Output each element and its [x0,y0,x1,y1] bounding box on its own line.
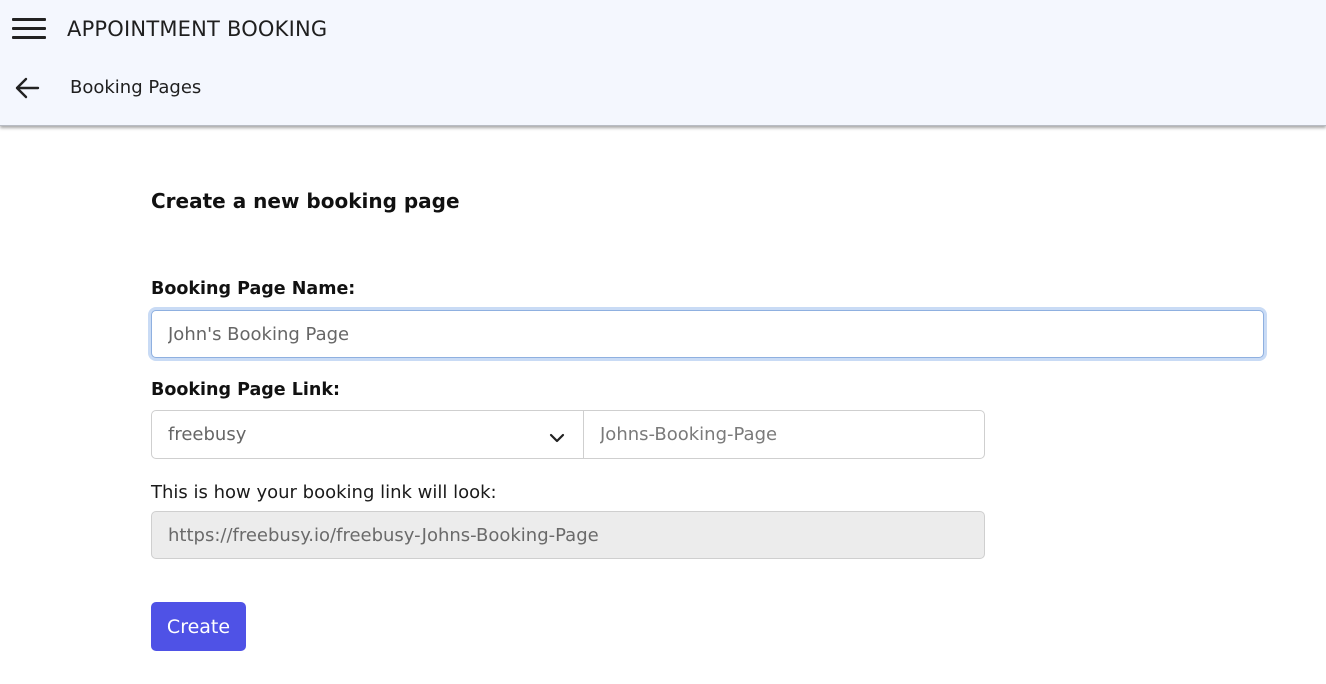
booking-page-name-input[interactable] [151,310,1264,358]
app-title: APPOINTMENT BOOKING [67,17,328,41]
link-preview-label: This is how your booking link will look: [151,482,497,503]
create-button[interactable]: Create [151,602,246,651]
domain-select[interactable]: freebusy [151,410,584,459]
chevron-down-icon [549,429,565,443]
hamburger-menu-icon[interactable] [12,16,46,42]
booking-page-slug-input[interactable] [583,410,985,459]
breadcrumb[interactable]: Booking Pages [70,77,201,98]
arrow-left-icon[interactable] [14,76,40,100]
link-preview-field: https://freebusy.io/freebusy-Johns-Booki… [151,511,985,559]
booking-page-link-label: Booking Page Link: [151,380,340,400]
booking-page-link-group: freebusy [151,410,985,459]
app-header: APPOINTMENT BOOKING Booking Pages [0,0,1326,126]
domain-select-value: freebusy [168,424,247,445]
page-title: Create a new booking page [151,189,460,213]
booking-page-name-label: Booking Page Name: [151,279,356,299]
